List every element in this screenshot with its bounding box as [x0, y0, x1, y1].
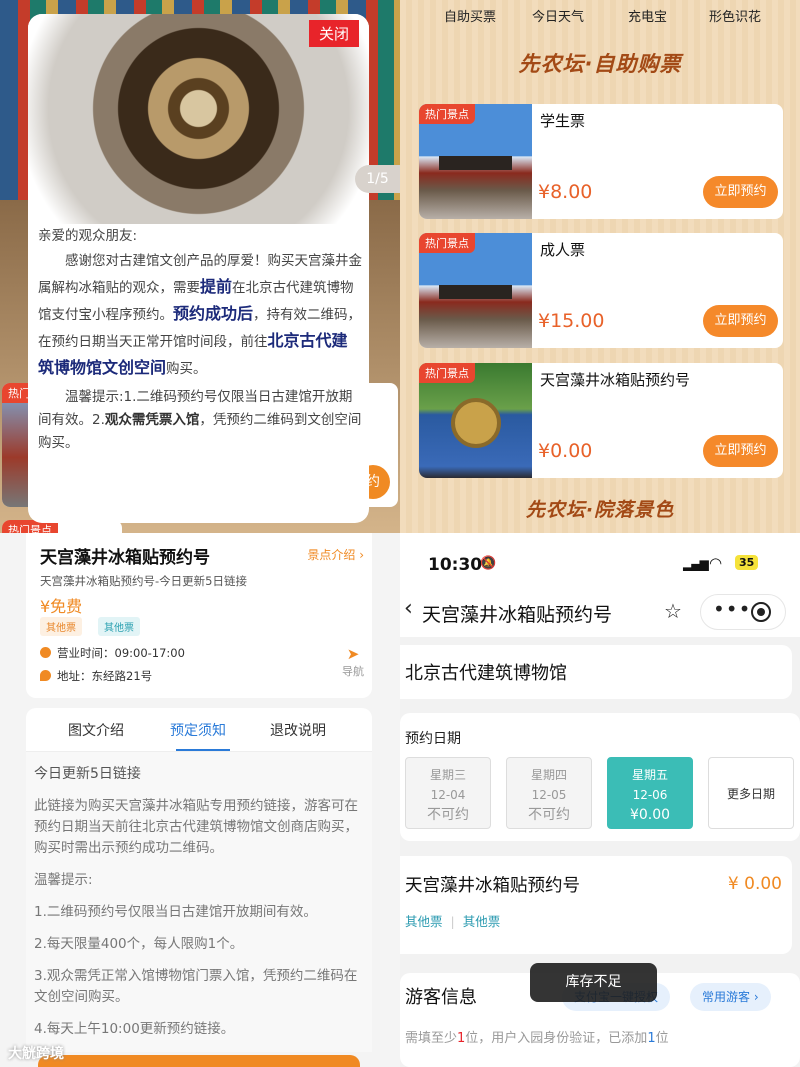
- notice-line: 1.二维码预约号仅限当日古建馆开放期间有效。: [34, 904, 317, 920]
- product-price: ¥ 0.00: [727, 874, 782, 894]
- toast-message: 库存不足: [530, 963, 657, 1002]
- header: ‹ 天宫藻井冰箱贴预约号 ☆ •••: [400, 593, 800, 637]
- nav-flower-id[interactable]: 形色识花: [709, 6, 761, 25]
- back-icon[interactable]: ‹: [404, 596, 413, 621]
- address: 地址：东经路21号: [40, 668, 152, 684]
- notice-line: 温馨提示:: [34, 872, 93, 888]
- notice-text: 亲爱的观众朋友: 感谢您对古建馆文创产品的厚爱！购买天宫藻井金属解构冰箱贴的观众…: [38, 224, 362, 455]
- tab-intro[interactable]: 图文介绍: [68, 720, 124, 740]
- greeting: 亲爱的观众朋友:: [38, 228, 138, 244]
- page-title: 先农坛·自助购票: [518, 52, 682, 76]
- page-title: 天宫藻井冰箱贴预约号: [422, 604, 613, 626]
- ticket-price: ¥15.00: [538, 310, 605, 332]
- mini-program-capsule: •••: [700, 594, 786, 630]
- bottom-action-button[interactable]: [38, 1055, 360, 1067]
- ticket-name: 天宫藻井冰箱贴预约号: [540, 371, 691, 389]
- product-price: ¥免费: [40, 597, 83, 616]
- museum-name: 北京古代建筑博物馆: [405, 663, 567, 684]
- nav-power-bank[interactable]: 充电宝: [628, 6, 667, 25]
- detail-screenshot: 天宫藻井冰箱贴预约号 景点介绍 › 天宫藻井冰箱贴预约号-今日更新5日链接 ¥免…: [0, 533, 400, 1067]
- date-label: 预约日期: [405, 731, 461, 747]
- nav-self-ticket[interactable]: 自助买票: [444, 6, 496, 25]
- popup-screenshot: 热门 约 热门景点 关闭 亲爱的观众朋友: 感谢您对古建馆文创产品的厚爱！购买天…: [0, 0, 400, 533]
- watermark: 大觥跨境: [8, 1046, 64, 1062]
- ticket-card[interactable]: 热门景点 天宫藻井冰箱贴预约号 ¥0.00 立即预约: [419, 363, 783, 478]
- product-name: 天宫藻井冰箱贴预约号: [405, 876, 580, 896]
- ticket-price: ¥0.00: [538, 440, 593, 462]
- tab-refund[interactable]: 退改说明: [270, 720, 326, 740]
- visitor-note: 需填至少1位，用户入园身份验证，已添加1位: [405, 1031, 669, 1046]
- notice-line: 4.每天上午10:00更新预约链接。: [34, 1021, 235, 1037]
- notice-paragraph-1: 感谢您对古建馆文创产品的厚爱！购买天宫藻井金属解构冰箱贴的观众，需要提前在北京古…: [38, 253, 362, 377]
- product-name: 天宫藻井冰箱贴预约号: [40, 548, 210, 568]
- section-title: 先农坛·院落景色: [525, 499, 675, 521]
- ticket-tag: 其他票: [98, 617, 140, 636]
- ticket-name: 成人票: [540, 241, 586, 259]
- product-card: 天宫藻井冰箱贴预约号 ¥ 0.00 其他票 | 其他票: [400, 856, 792, 954]
- navigation-arrow-icon: ➤: [346, 645, 360, 663]
- common-visitor-button[interactable]: 常用游客 ›: [690, 983, 771, 1011]
- booking-notice-body: 今日更新5日链接 此链接为购买天宫藻井冰箱贴专用预约链接，游客可在预约日期当天前…: [26, 752, 372, 1052]
- ticket-name: 学生票: [540, 112, 586, 130]
- notice-popup: 关闭 亲爱的观众朋友: 感谢您对古建馆文创产品的厚爱！购买天宫藻井金属解构冰箱贴…: [28, 14, 369, 523]
- location-pin-icon: [40, 670, 51, 681]
- battery-icon: 35: [735, 555, 759, 570]
- reserve-button[interactable]: 立即预约: [703, 305, 778, 337]
- nav-weather[interactable]: 今日天气: [532, 6, 584, 25]
- hot-tag: 热门景点: [419, 233, 475, 253]
- date-option-selected[interactable]: 星期五 12-06 ¥0.00: [607, 757, 693, 829]
- signal-icon: ▂▄▆: [683, 557, 709, 571]
- close-button[interactable]: 关闭: [308, 20, 359, 47]
- reserve-button[interactable]: 立即预约: [703, 435, 778, 467]
- product-tags: 其他票 | 其他票: [405, 914, 501, 929]
- museum-card: 北京古代建筑博物馆: [400, 645, 792, 699]
- ticket-price: ¥8.00: [538, 181, 593, 203]
- mute-bell-icon: 🔕: [480, 556, 497, 571]
- status-bar: 10:30 🔕 ▂▄▆ ◠ 35: [400, 533, 800, 593]
- notice-line: 3.观众需凭正常入馆博物馆门票入馆，凭预约二维码在文创空间购买。: [34, 968, 358, 1005]
- ticket-card[interactable]: 热门景点 成人票 ¥15.00 立即预约: [419, 233, 783, 348]
- notice-line: 2.每天限量400个，每人限购1个。: [34, 936, 244, 952]
- clock: 10:30: [428, 555, 483, 575]
- more-icon[interactable]: •••: [713, 597, 751, 621]
- more-dates-button[interactable]: 更多日期: [708, 757, 794, 829]
- ticket-list-screenshot: 自助买票 今日天气 充电宝 形色识花 先农坛·自助购票 热门景点 学生票 ¥8.…: [400, 0, 800, 533]
- hot-tag: 热门景点: [419, 104, 475, 124]
- reserve-button[interactable]: 立即预约: [703, 176, 778, 208]
- booking-screenshot: 10:30 🔕 ▂▄▆ ◠ 35 ‹ 天宫藻井冰箱贴预约号 ☆ ••• 北京古代…: [400, 533, 800, 1067]
- hot-tag: 热门景点: [419, 363, 475, 383]
- close-target-icon[interactable]: [751, 602, 771, 622]
- clock-icon: [40, 647, 51, 658]
- navigation-button[interactable]: ➤ 导航: [342, 645, 364, 679]
- opening-hours: 营业时间：09:00-17:00: [40, 645, 185, 661]
- star-icon[interactable]: ☆: [664, 599, 682, 623]
- tab-booking-notice[interactable]: 预定须知: [170, 720, 226, 740]
- notice-heading: 今日更新5日链接: [34, 766, 141, 782]
- wifi-icon: ◠: [709, 554, 723, 572]
- product-subtitle: 天宫藻井冰箱贴预约号-今日更新5日链接: [40, 574, 247, 588]
- notice-paragraph-2: 温馨提示:1.二维码预约号仅限当日古建馆开放期间有效。2.观众需凭票入馆，凭预约…: [38, 389, 362, 451]
- date-picker: 预约日期 星期三 12-04 不可约 星期四 12-05 不可约 星期五 12-…: [400, 713, 800, 841]
- intro-link[interactable]: 景点介绍 ›: [307, 546, 364, 563]
- notice-line: 此链接为购买天宫藻井冰箱贴专用预约链接，游客可在预约日期当天前往北京古代建筑博物…: [34, 798, 358, 856]
- active-tab-underline: [176, 749, 230, 751]
- detail-tabs: 图文介绍 预定须知 退改说明: [26, 708, 372, 752]
- top-nav: 自助买票 今日天气 充电宝 形色识花: [400, 0, 800, 30]
- product-info-card: 天宫藻井冰箱贴预约号 景点介绍 › 天宫藻井冰箱贴预约号-今日更新5日链接 ¥免…: [26, 533, 372, 698]
- date-option[interactable]: 星期四 12-05 不可约: [506, 757, 592, 829]
- image-pager: 1/5: [355, 165, 400, 193]
- visitor-title: 游客信息: [405, 987, 477, 1008]
- ticket-tag: 其他票: [40, 617, 82, 636]
- date-option[interactable]: 星期三 12-04 不可约: [405, 757, 491, 829]
- ticket-card[interactable]: 热门景点 学生票 ¥8.00 立即预约: [419, 104, 783, 219]
